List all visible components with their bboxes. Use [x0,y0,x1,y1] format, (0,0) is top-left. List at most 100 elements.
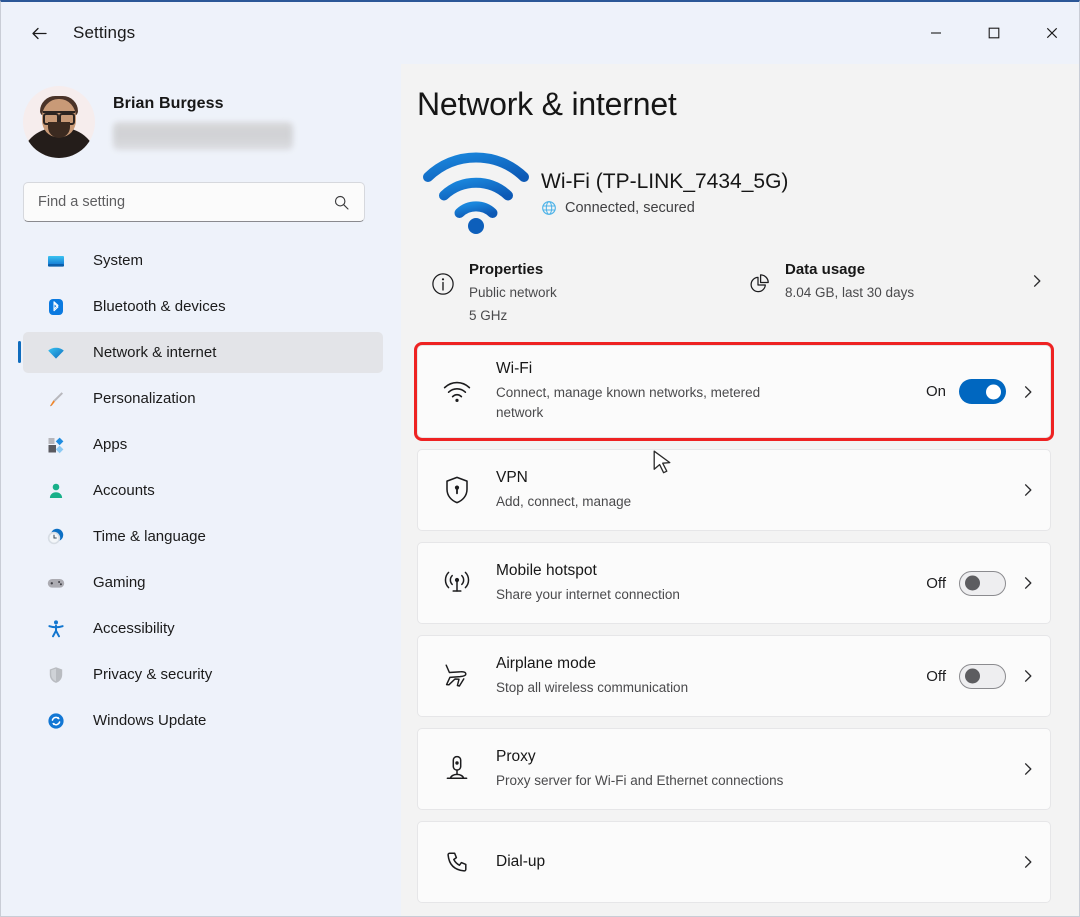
paintbrush-icon [45,388,67,410]
properties-band: 5 GHz [469,306,733,327]
card-airplane-mode[interactable]: Airplane mode Stop all wireless communic… [417,635,1051,717]
card-title: Dial-up [496,853,1006,871]
avatar [23,86,95,158]
sidebar-item-label: System [93,252,143,269]
main-content: Network & internet Wi-Fi (TP-LINK_7434_5… [401,64,1080,917]
card-subtitle: Stop all wireless communication [496,678,926,698]
clock-icon [45,526,67,548]
sidebar-item-label: Privacy & security [93,666,212,683]
shield-icon [45,664,67,686]
sidebar-nav: System Bluetooth & devices [1,240,401,741]
data-usage-section[interactable]: Data usage 8.04 GB, last 30 days [733,261,1049,327]
card-title: Mobile hotspot [496,562,926,580]
sidebar: Brian Burgess [1,64,401,917]
properties-section[interactable]: Properties Public network 5 GHz [417,261,733,327]
chevron-right-icon[interactable] [1020,854,1036,870]
user-profile[interactable]: Brian Burgess [23,76,401,168]
sidebar-item-windows-update[interactable]: Windows Update [23,700,383,741]
card-vpn[interactable]: VPN Add, connect, manage [417,449,1051,531]
gamepad-icon [45,572,67,594]
card-dial-up[interactable]: Dial-up [417,821,1051,903]
sidebar-item-bluetooth-devices[interactable]: Bluetooth & devices [23,286,383,327]
data-usage-title: Data usage [785,261,1049,278]
sidebar-item-label: Network & internet [93,344,216,361]
card-subtitle: Share your internet connection [496,585,926,605]
sidebar-item-label: Time & language [93,528,206,545]
globe-icon [541,200,557,216]
monitor-icon [45,250,67,272]
card-subtitle: Connect, manage known networks, metered … [496,383,786,424]
hotspot-toggle[interactable] [959,571,1006,596]
card-wifi[interactable]: Wi-Fi Connect, manage known networks, me… [417,345,1051,439]
search-box[interactable] [23,182,365,222]
title-bar: Settings [1,2,1080,64]
hotspot-icon [418,569,496,597]
chevron-right-icon[interactable] [1029,273,1045,294]
info-columns: Properties Public network 5 GHz Data usa… [417,261,1049,327]
connection-status-text: Connected, secured [565,200,695,216]
close-button[interactable] [1023,2,1080,64]
toggle-state-label: Off [926,668,946,685]
accessibility-icon [45,618,67,640]
sidebar-item-gaming[interactable]: Gaming [23,562,383,603]
sidebar-item-label: Accounts [93,482,155,499]
sidebar-item-label: Bluetooth & devices [93,298,226,315]
sidebar-item-label: Accessibility [93,620,175,637]
sidebar-item-system[interactable]: System [23,240,383,281]
toggle-state-label: On [926,383,946,400]
properties-network-type: Public network [469,283,733,304]
sidebar-item-label: Personalization [93,390,196,407]
card-title: VPN [496,469,1006,487]
wifi-toggle[interactable] [959,379,1006,404]
dialup-icon [418,848,496,876]
connection-summary: Wi-Fi (TP-LINK_7434_5G) Connected, secur… [417,151,1080,235]
sidebar-item-label: Apps [93,436,127,453]
sidebar-item-accounts[interactable]: Accounts [23,470,383,511]
card-title: Airplane mode [496,655,926,673]
airplane-icon [418,662,496,690]
profile-name: Brian Burgess [113,95,293,113]
app-title: Settings [73,23,135,43]
chevron-right-icon[interactable] [1020,761,1036,777]
chevron-right-icon[interactable] [1020,668,1036,684]
card-proxy[interactable]: Proxy Proxy server for Wi-Fi and Etherne… [417,728,1051,810]
pie-chart-icon [733,261,785,297]
connection-name: Wi-Fi (TP-LINK_7434_5G) [541,170,788,194]
properties-title: Properties [469,261,733,278]
sidebar-item-personalization[interactable]: Personalization [23,378,383,419]
card-subtitle: Add, connect, manage [496,492,1006,512]
maximize-button[interactable] [965,2,1023,64]
minimize-button[interactable] [907,2,965,64]
chevron-right-icon[interactable] [1020,384,1036,400]
proxy-icon [418,754,496,784]
wifi-icon [45,342,67,364]
toggle-state-label: Off [926,575,946,592]
vpn-shield-icon [418,475,496,505]
card-subtitle: Proxy server for Wi-Fi and Ethernet conn… [496,771,1006,791]
sidebar-item-privacy-security[interactable]: Privacy & security [23,654,383,695]
sidebar-item-apps[interactable]: Apps [23,424,383,465]
data-usage-value: 8.04 GB, last 30 days [785,283,1049,304]
airplane-toggle[interactable] [959,664,1006,689]
info-icon [417,261,469,297]
sidebar-item-label: Gaming [93,574,146,591]
card-mobile-hotspot[interactable]: Mobile hotspot Share your internet conne… [417,542,1051,624]
window-controls [907,2,1080,64]
chevron-right-icon[interactable] [1020,575,1036,591]
profile-email-redacted [113,122,293,150]
card-title: Proxy [496,748,1006,766]
update-icon [45,710,67,732]
page-title: Network & internet [417,86,1080,123]
back-button[interactable] [19,13,59,53]
settings-window: Settings Brian Burgess [0,0,1080,917]
wifi-large-icon [417,151,535,235]
sidebar-item-network-internet[interactable]: Network & internet [23,332,383,373]
settings-cards: Wi-Fi Connect, manage known networks, me… [417,345,1051,904]
sidebar-item-time-language[interactable]: Time & language [23,516,383,557]
wifi-small-icon [418,379,496,405]
sidebar-item-accessibility[interactable]: Accessibility [23,608,383,649]
search-input[interactable] [24,194,333,210]
sidebar-item-label: Windows Update [93,712,206,729]
card-title: Wi-Fi [496,360,926,378]
chevron-right-icon[interactable] [1020,482,1036,498]
